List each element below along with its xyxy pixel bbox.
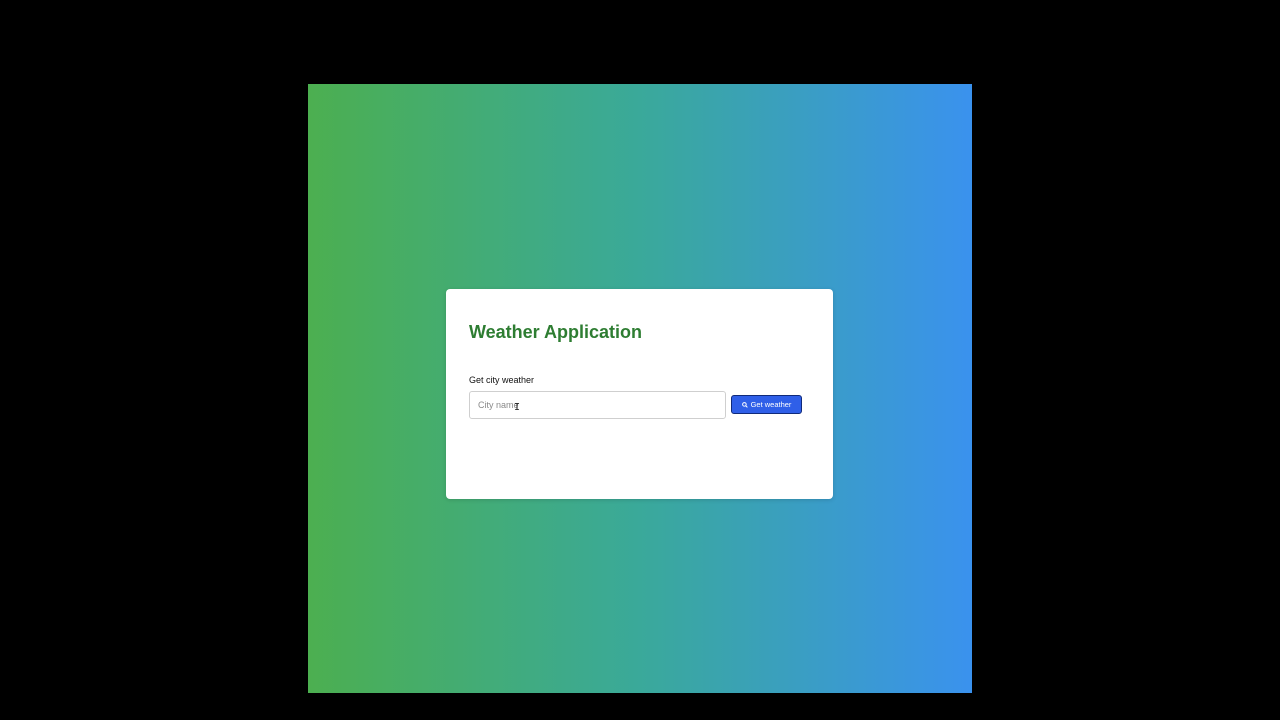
city-input[interactable] <box>469 391 726 419</box>
get-weather-button-label: Get weather <box>750 400 792 409</box>
app-background: Weather Application Get city weather I G… <box>308 84 972 693</box>
search-icon <box>741 401 748 408</box>
get-weather-button[interactable]: Get weather <box>731 395 802 414</box>
weather-card: Weather Application Get city weather I G… <box>446 289 833 499</box>
city-weather-label: Get city weather <box>469 375 535 385</box>
page-title: Weather Application <box>469 322 643 342</box>
